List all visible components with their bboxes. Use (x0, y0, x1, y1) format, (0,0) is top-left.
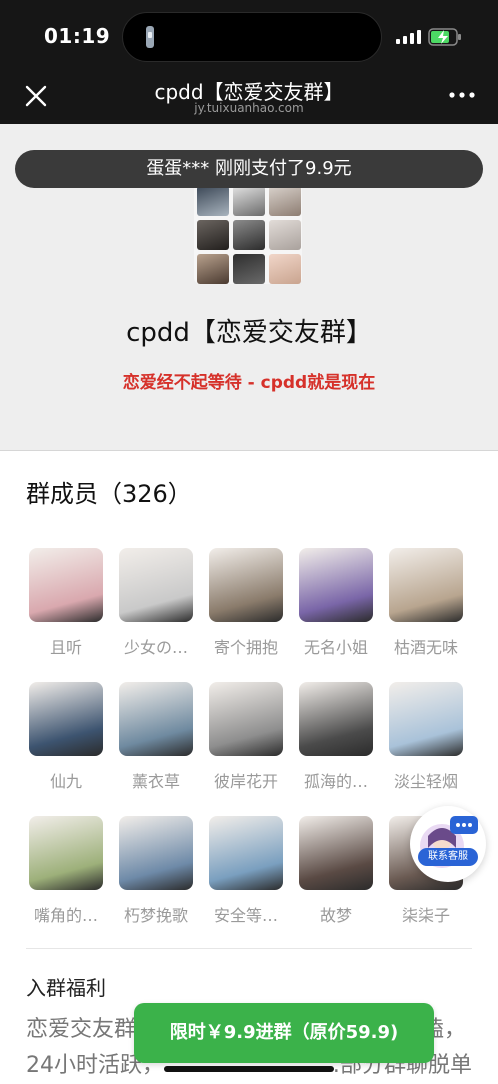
avatar-tile (197, 254, 229, 284)
dynamic-island (122, 12, 382, 62)
top-bar: 01:19 cpdd【恋爱交友群】 jy.tuixuanhao.com (0, 0, 498, 124)
member-avatar (299, 682, 373, 756)
member-item[interactable]: 薰衣草 (116, 682, 196, 792)
member-item[interactable]: 淡尘轻烟 (386, 682, 466, 792)
section-divider (26, 948, 472, 949)
member-name: 枯酒无味 (393, 638, 458, 657)
member-item[interactable]: 少女の… (116, 548, 196, 658)
avatar-tile (233, 254, 265, 284)
member-avatar (299, 548, 373, 622)
member-avatar (29, 682, 103, 756)
member-avatar (209, 682, 283, 756)
member-name: 安全等… (213, 906, 278, 925)
avatar-tile (269, 254, 301, 284)
member-name: 少女の… (123, 638, 188, 657)
more-options-icon[interactable] (446, 86, 478, 104)
member-name: 薰衣草 (131, 772, 180, 791)
member-avatar (29, 816, 103, 890)
page-url: jy.tuixuanhao.com (194, 101, 304, 115)
group-slogan: 恋爱经不起等待 - cpdd就是现在 (122, 373, 376, 393)
join-group-button[interactable]: 限时￥9.9进群（原价59.9) (134, 1003, 434, 1063)
member-avatar (209, 548, 283, 622)
member-item[interactable]: 安全等… (206, 816, 286, 926)
member-name: 嘴角的… (33, 906, 98, 925)
member-name: 仙九 (49, 772, 82, 791)
avatar-tile (233, 186, 265, 216)
members-title: 群成员（326） (26, 480, 192, 508)
member-item[interactable]: 彼岸花开 (206, 682, 286, 792)
member-name: 柒柒子 (401, 906, 450, 925)
member-avatar (119, 682, 193, 756)
customer-service-label[interactable]: 联系客服 (418, 848, 478, 866)
member-name: 孤海的… (303, 772, 368, 791)
member-name: 寄个拥抱 (213, 638, 278, 657)
signal-icon (396, 30, 421, 44)
group-name: cpdd【恋爱交友群】 (126, 318, 372, 348)
benefits-title: 入群福利 (26, 976, 106, 1000)
battery-charging-icon (428, 28, 461, 46)
avatar-tile (197, 220, 229, 250)
member-avatar (29, 548, 103, 622)
home-indicator (164, 1066, 334, 1072)
member-name: 淡尘轻烟 (393, 772, 458, 791)
status-time: 01:19 (44, 24, 111, 48)
member-avatar (389, 548, 463, 622)
flashlight-icon (146, 26, 154, 48)
member-avatar (389, 682, 463, 756)
member-name: 故梦 (319, 906, 352, 925)
avatar-tile (269, 186, 301, 216)
member-name: 且听 (49, 638, 82, 657)
avatar-tile (197, 186, 229, 216)
member-avatar (209, 816, 283, 890)
member-item[interactable]: 寄个拥抱 (206, 548, 286, 658)
avatar-tile (269, 220, 301, 250)
member-item[interactable]: 且听 (26, 548, 106, 658)
member-name: 朽梦挽歌 (123, 906, 188, 925)
member-item[interactable]: 仙九 (26, 682, 106, 792)
member-item[interactable]: 孤海的… (296, 682, 376, 792)
member-avatar (119, 816, 193, 890)
member-item[interactable]: 无名小姐 (296, 548, 376, 658)
member-item[interactable]: 故梦 (296, 816, 376, 926)
member-name: 彼岸花开 (213, 772, 278, 791)
member-item[interactable]: 朽梦挽歌 (116, 816, 196, 926)
member-name: 无名小姐 (303, 638, 368, 657)
group-avatar (194, 184, 302, 284)
member-item[interactable]: 枯酒无味 (386, 548, 466, 658)
avatar-tile (233, 220, 265, 250)
member-avatar (299, 816, 373, 890)
member-item[interactable]: 嘴角的… (26, 816, 106, 926)
payment-ticker: 蛋蛋*** 刚刚支付了9.9元 (15, 150, 483, 188)
customer-service-icon (420, 816, 478, 868)
customer-service-button[interactable] (410, 806, 486, 882)
member-avatar (119, 548, 193, 622)
